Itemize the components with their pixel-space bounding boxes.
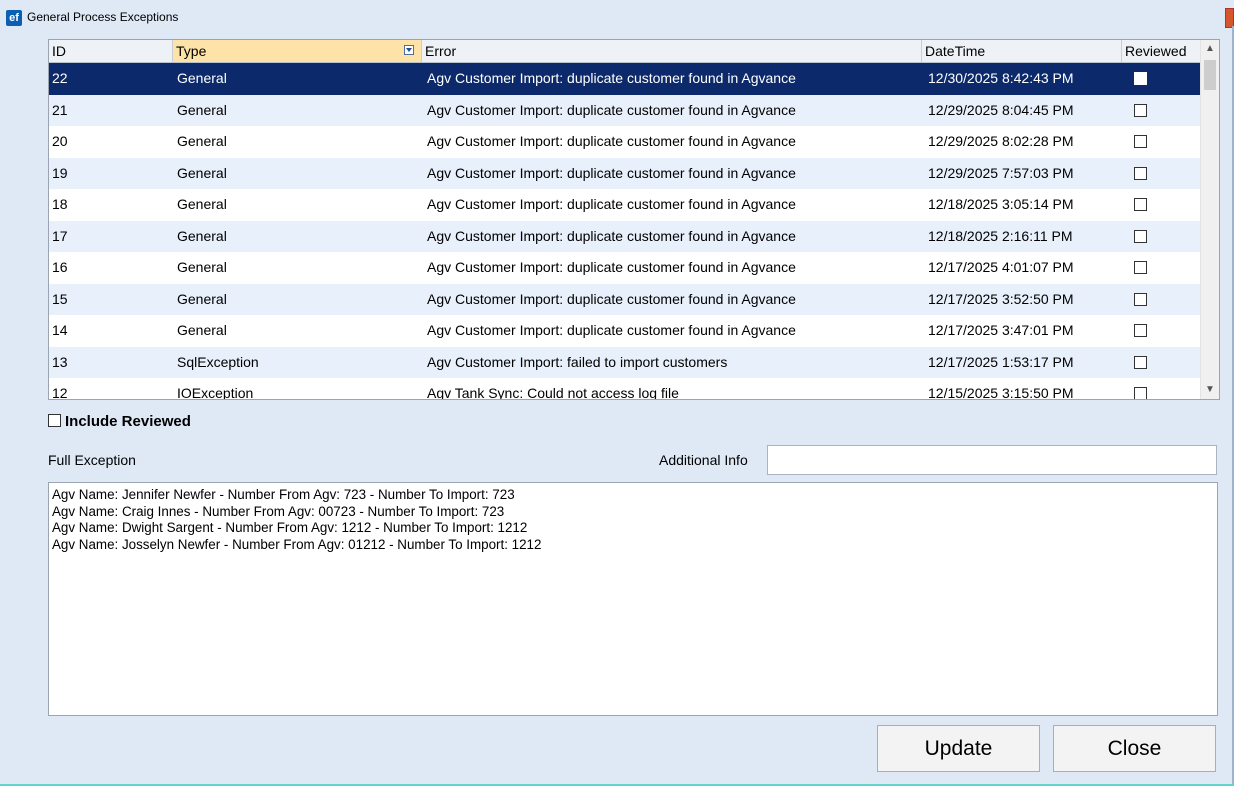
reviewed-checkbox[interactable] — [1134, 198, 1147, 211]
cell-error: Agv Customer Import: failed to import cu… — [427, 353, 728, 370]
cell-datetime: 12/30/2025 8:42:43 PM — [928, 70, 1074, 86]
scroll-down-icon[interactable]: ▼ — [1201, 381, 1219, 399]
full-exception-label: Full Exception — [48, 452, 136, 468]
cell-error: Agv Customer Import: duplicate customer … — [427, 227, 796, 244]
column-header-datetime[interactable]: DateTime — [922, 40, 1122, 62]
cell-type: General — [177, 322, 227, 338]
cell-type: General — [177, 227, 227, 244]
window-title: General Process Exceptions — [27, 10, 179, 24]
reviewed-checkbox[interactable] — [1134, 261, 1147, 274]
table-row[interactable]: 18 General Agv Customer Import: duplicate … — [49, 189, 1200, 221]
cell-datetime: 12/17/2025 3:47:01 PM — [928, 322, 1074, 338]
vertical-scrollbar[interactable]: ▲ ▼ — [1200, 40, 1219, 399]
cell-type: IOException — [177, 385, 254, 399]
exceptions-grid[interactable]: ID Type Error DateTime Reviewed 22 Genera… — [48, 39, 1220, 400]
update-button[interactable]: Update — [877, 725, 1040, 772]
column-header-type[interactable]: Type — [173, 40, 422, 62]
cell-type: General — [177, 259, 227, 275]
column-header-type-label: Type — [176, 43, 207, 59]
grid-rows: 22 General Agv Customer Import: duplicate … — [49, 63, 1200, 399]
table-row[interactable]: 17 General Agv Customer Import: duplicate … — [49, 220, 1200, 252]
reviewed-checkbox[interactable] — [1134, 72, 1147, 85]
table-row[interactable]: 19 General Agv Customer Import: duplicate … — [49, 157, 1200, 189]
table-row[interactable]: 20 General Agv Customer Import: duplicate … — [49, 126, 1200, 158]
cell-id: 13 — [52, 353, 68, 370]
table-row[interactable]: 16 General Agv Customer Import: duplicate … — [49, 252, 1200, 284]
additional-info-input[interactable] — [767, 445, 1217, 475]
cell-type: General — [177, 70, 227, 86]
cell-id: 16 — [52, 259, 68, 275]
close-button[interactable]: Close — [1053, 725, 1216, 772]
reviewed-checkbox[interactable] — [1134, 229, 1147, 243]
exception-line: Agv Name: Craig Innes - Number From Agv:… — [52, 503, 505, 519]
table-row[interactable]: 15 General Agv Customer Import: duplicate … — [49, 283, 1200, 315]
app-logo-icon: ef — [6, 10, 22, 26]
cell-type: SqlException — [177, 353, 259, 370]
cell-type: General — [177, 164, 227, 181]
table-row[interactable]: 12 IOException Agv Tank Sync: Could not ac… — [49, 378, 1200, 399]
table-row[interactable]: 21 General Agv Customer Import: duplicate … — [49, 94, 1200, 126]
cell-id: 14 — [52, 322, 68, 338]
cell-datetime: 12/29/2025 8:02:28 PM — [928, 133, 1074, 149]
cell-error: Agv Customer Import: duplicate customer … — [427, 322, 796, 338]
cell-id: 22 — [52, 70, 68, 86]
table-row[interactable]: 14 General Agv Customer Import: duplicate … — [49, 315, 1200, 347]
exception-line: Agv Name: Jennifer Newfer - Number From … — [52, 487, 515, 502]
window-close-button[interactable] — [1225, 8, 1234, 28]
cell-error: Agv Customer Import: duplicate customer … — [427, 164, 796, 181]
cell-type: General — [177, 133, 227, 149]
checkbox-icon[interactable] — [48, 414, 61, 427]
cell-id: 17 — [52, 227, 68, 244]
reviewed-checkbox[interactable] — [1134, 103, 1147, 117]
cell-error: Agv Customer Import: duplicate customer … — [427, 101, 796, 118]
cell-datetime: 12/15/2025 3:15:50 PM — [928, 385, 1074, 399]
cell-id: 21 — [52, 101, 68, 118]
cell-id: 12 — [52, 385, 68, 399]
cell-error: Agv Customer Import: duplicate customer … — [427, 259, 796, 275]
cell-datetime: 12/17/2025 3:52:50 PM — [928, 290, 1074, 307]
scroll-up-icon[interactable]: ▲ — [1201, 40, 1219, 58]
exception-line: Agv Name: Josselyn Newfer - Number From … — [52, 536, 542, 552]
reviewed-checkbox[interactable] — [1134, 355, 1147, 369]
additional-info-label: Additional Info — [659, 452, 748, 468]
cell-datetime: 12/29/2025 7:57:03 PM — [928, 164, 1074, 181]
cell-type: General — [177, 196, 227, 212]
reviewed-checkbox[interactable] — [1134, 292, 1147, 306]
cell-error: Agv Customer Import: duplicate customer … — [427, 70, 796, 86]
column-header-id[interactable]: ID — [49, 40, 173, 62]
title-bar: ef General Process Exceptions — [0, 0, 1234, 34]
cell-error: Agv Customer Import: duplicate customer … — [427, 290, 796, 307]
table-row[interactable]: 22 General Agv Customer Import: duplicate … — [49, 63, 1200, 95]
table-row[interactable]: 13 SqlException Agv Customer Import: faile… — [49, 346, 1200, 378]
cell-error: Agv Customer Import: duplicate customer … — [427, 196, 796, 212]
full-exception-textbox[interactable]: Agv Name: Jennifer Newfer - Number From … — [48, 482, 1218, 716]
scroll-thumb[interactable] — [1204, 60, 1216, 90]
cell-id: 15 — [52, 290, 68, 307]
filter-dropdown-icon[interactable] — [404, 45, 414, 55]
reviewed-checkbox[interactable] — [1134, 387, 1147, 399]
cell-type: General — [177, 290, 227, 307]
cell-id: 19 — [52, 164, 68, 181]
reviewed-checkbox[interactable] — [1134, 166, 1147, 180]
cell-error: Agv Tank Sync: Could not access log file — [427, 385, 679, 399]
column-header-reviewed[interactable]: Reviewed — [1122, 40, 1200, 62]
include-reviewed-checkbox[interactable]: Include Reviewed — [48, 413, 191, 431]
cell-error: Agv Customer Import: duplicate customer … — [427, 133, 796, 149]
cell-id: 20 — [52, 133, 68, 149]
exception-line: Agv Name: Dwight Sargent - Number From A… — [52, 520, 528, 535]
reviewed-checkbox[interactable] — [1134, 324, 1147, 337]
cell-type: General — [177, 101, 227, 118]
cell-datetime: 12/17/2025 1:53:17 PM — [928, 353, 1074, 370]
include-reviewed-label: Include Reviewed — [65, 413, 191, 430]
cell-datetime: 12/29/2025 8:04:45 PM — [928, 101, 1074, 118]
cell-datetime: 12/18/2025 3:05:14 PM — [928, 196, 1074, 212]
reviewed-checkbox[interactable] — [1134, 135, 1147, 148]
cell-datetime: 12/18/2025 2:16:11 PM — [928, 227, 1073, 244]
cell-id: 18 — [52, 196, 68, 212]
grid-header: ID Type Error DateTime Reviewed — [49, 40, 1200, 63]
column-header-error[interactable]: Error — [422, 40, 922, 62]
cell-datetime: 12/17/2025 4:01:07 PM — [928, 259, 1074, 275]
